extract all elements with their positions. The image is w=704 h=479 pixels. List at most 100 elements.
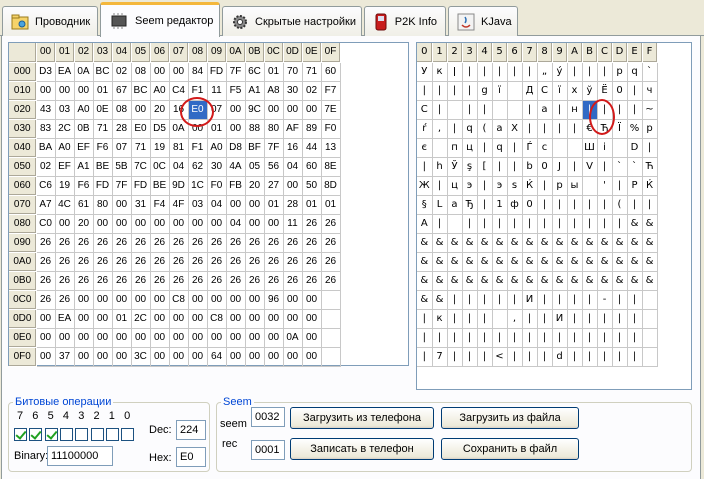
char-cell[interactable]: | (612, 328, 628, 348)
rec-number-field[interactable]: 0001 (251, 440, 285, 460)
char-cell[interactable]: 0 (612, 81, 628, 101)
hex-cell[interactable]: F1 (188, 138, 208, 158)
char-cell[interactable]: h (432, 157, 448, 177)
hex-cell[interactable]: A8 (264, 81, 284, 101)
char-cell[interactable]: q (462, 119, 478, 139)
char-cell[interactable]: к (432, 62, 448, 82)
hex-cell[interactable]: 61 (74, 195, 94, 215)
hex-cell[interactable]: 26 (264, 271, 284, 291)
char-cell[interactable] (567, 138, 583, 158)
hex-cell[interactable]: F0 (321, 119, 341, 139)
char-cell[interactable]: | (447, 290, 463, 310)
char-cell[interactable]: | (432, 328, 448, 348)
bit-checkbox[interactable] (59, 428, 73, 441)
char-cell[interactable]: ї (492, 81, 508, 101)
char-cell[interactable]: | (537, 195, 553, 215)
char-cell[interactable]: | (627, 328, 643, 348)
char-cell[interactable]: | (537, 309, 553, 329)
hex-cell[interactable]: 60 (321, 62, 341, 82)
char-cell[interactable]: | (582, 62, 598, 82)
char-cell[interactable]: ` (627, 157, 643, 177)
hex-cell[interactable]: 26 (131, 252, 151, 272)
char-cell[interactable]: | (582, 195, 598, 215)
char-cell[interactable]: є (417, 138, 433, 158)
char-cell[interactable]: L (432, 195, 448, 215)
char-cell[interactable]: & (537, 252, 553, 272)
char-cell[interactable] (492, 100, 508, 120)
hex-cell[interactable]: FD (131, 176, 151, 196)
hex-cell[interactable]: 00 (93, 328, 113, 348)
hex-cell[interactable]: 00 (283, 290, 303, 310)
char-cell[interactable]: & (417, 271, 433, 291)
char-cell[interactable]: И (552, 309, 568, 329)
char-cell[interactable]: Ћ (642, 157, 658, 177)
char-cell[interactable]: | (432, 81, 448, 101)
char-cell[interactable]: - (597, 290, 613, 310)
char-cell[interactable]: & (522, 252, 538, 272)
char-cell[interactable]: | (567, 214, 583, 234)
hex-cell[interactable]: 26 (169, 233, 189, 253)
char-cell[interactable]: Р (627, 176, 643, 196)
hex-cell[interactable]: 26 (283, 271, 303, 291)
char-cell[interactable]: Ш (582, 138, 598, 158)
hex-cell[interactable]: 00 (283, 176, 303, 196)
char-cell[interactable]: | (492, 328, 508, 348)
hex-cell[interactable]: EA (55, 309, 75, 329)
char-cell[interactable]: , (432, 119, 448, 139)
char-cell[interactable]: [ (477, 157, 493, 177)
hex-cell[interactable]: BA (36, 138, 56, 158)
hex-cell[interactable]: 8D (321, 176, 341, 196)
hex-cell[interactable]: 00 (150, 309, 170, 329)
hex-cell[interactable]: 26 (302, 233, 322, 253)
hex-cell[interactable]: 80 (264, 119, 284, 139)
hex-cell[interactable]: D3 (36, 62, 56, 82)
hex-cell[interactable]: BE (93, 157, 113, 177)
hex-cell[interactable]: 00 (188, 347, 208, 367)
hex-cell[interactable] (321, 328, 341, 348)
hex-cell[interactable]: 00 (150, 290, 170, 310)
hex-cell[interactable]: 00 (150, 62, 170, 82)
char-cell[interactable]: | (567, 328, 583, 348)
hex-cell[interactable]: 00 (36, 81, 56, 101)
char-cell[interactable]: | (462, 214, 478, 234)
hex-cell[interactable]: 00 (93, 214, 113, 234)
char-cell[interactable]: | (627, 290, 643, 310)
char-cell[interactable]: b (522, 157, 538, 177)
hex-cell[interactable]: 26 (226, 271, 246, 291)
char-cell[interactable]: Д (522, 81, 538, 101)
tab-seem-editor[interactable]: Seem редактор (100, 2, 220, 37)
char-cell[interactable]: ц (447, 176, 463, 196)
char-cell[interactable]: ' (597, 176, 613, 196)
char-cell[interactable]: a (447, 195, 463, 215)
hex-cell[interactable]: A7 (36, 195, 56, 215)
char-cell[interactable]: | (597, 214, 613, 234)
tab-kjava[interactable]: KJava (448, 6, 518, 36)
char-cell[interactable]: & (567, 233, 583, 253)
hex-cell[interactable]: 71 (93, 119, 113, 139)
hex-cell[interactable]: 00 (302, 347, 322, 367)
hex-cell[interactable]: 00 (188, 290, 208, 310)
hex-cell[interactable]: 00 (226, 328, 246, 348)
hex-cell[interactable]: 26 (112, 252, 132, 272)
hex-cell[interactable]: 5B (112, 157, 132, 177)
hex-cell[interactable]: 0A (74, 62, 94, 82)
hex-cell[interactable]: 00 (131, 214, 151, 234)
hex-cell[interactable]: 26 (55, 290, 75, 310)
char-cell[interactable]: < (492, 347, 508, 367)
char-cell[interactable]: р (642, 119, 658, 139)
hex-cell[interactable]: 00 (188, 328, 208, 348)
hex-cell[interactable]: 26 (207, 233, 227, 253)
char-cell[interactable]: к (432, 309, 448, 329)
char-cell[interactable]: | (597, 62, 613, 82)
char-cell[interactable]: q (627, 62, 643, 82)
char-cell[interactable]: | (522, 328, 538, 348)
hex-cell[interactable]: 00 (226, 347, 246, 367)
hex-field[interactable]: E0 (176, 447, 206, 467)
char-cell[interactable]: | (432, 214, 448, 234)
hex-cell[interactable]: 00 (131, 100, 151, 120)
hex-cell[interactable]: 00 (112, 347, 132, 367)
hex-cell[interactable]: 07 (207, 100, 227, 120)
hex-cell[interactable]: E0 (131, 119, 151, 139)
hex-cell[interactable]: 00 (226, 309, 246, 329)
hex-cell[interactable]: FD (207, 62, 227, 82)
